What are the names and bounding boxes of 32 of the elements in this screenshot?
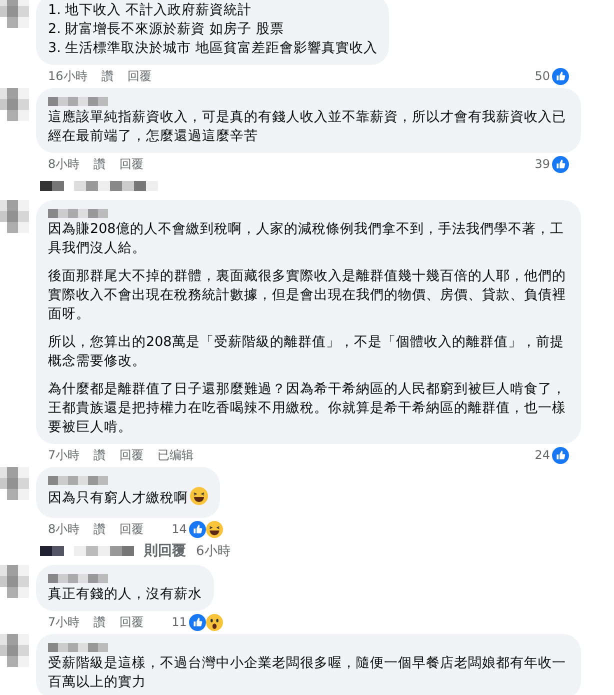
timestamp[interactable]: 8小時 xyxy=(48,156,80,172)
like-link[interactable]: 讚 xyxy=(94,614,106,630)
comment-text: 因為只有窮人才繳稅啊 xyxy=(48,487,208,511)
more-replies-link[interactable]: 則回覆 xyxy=(144,542,186,560)
like-link[interactable]: 讚 xyxy=(94,156,106,172)
reaction-count[interactable]: 24 xyxy=(534,448,550,462)
reply-link[interactable]: 回覆 xyxy=(120,614,144,630)
comment-text: 後面那群尾大不掉的群體，裏面藏很多實際收入是離群值幾十幾百倍的人耶，他們的實際收入不會出現在稅務統計數據，但是會出現在我們的物價、房價、貸款、負債裡面呀。 xyxy=(48,267,567,324)
comment-text: 受薪階級是這樣，不過台灣中小企業老闆很多喔，隨便一個早餐店老闆娘都有年收一百萬以上的實力 xyxy=(48,654,567,692)
like-link[interactable]: 讚 xyxy=(94,520,106,538)
comment-text: 為什麼都是離群值了日子還那麼難過？因為希干希納區的人民都窮到被巨人啃食了，王都貴族還是把持權力在吃香喝辣不用繳稅。你就算是希干希納區的離群值，也一樣要被巨人啃。 xyxy=(48,380,567,437)
timestamp[interactable]: 16小時 xyxy=(48,68,88,84)
reply-link[interactable]: 回覆 xyxy=(120,446,144,464)
timestamp: 6小時 xyxy=(196,543,230,560)
like-link[interactable]: 讚 xyxy=(101,68,114,84)
reaction-count[interactable]: 11 xyxy=(172,615,187,629)
edited-label: 已编辑 xyxy=(158,446,194,464)
comment-text: 1. 地下收入 不計入政府薪資統計 2. 財富增長不來源於薪資 如房子 股票 3. 生活標準取決於城市 地區貧富差距會影響真實收入 xyxy=(48,1,378,58)
reply-link[interactable]: 回覆 xyxy=(120,520,144,538)
timestamp[interactable]: 7小時 xyxy=(48,614,80,630)
comment-text: 因為賺208億的人不會繳到稅啊，人家的減稅條例我們拿不到，手法我們學不著，工具我們沒人給。 xyxy=(48,220,565,258)
reaction-count[interactable]: 14 xyxy=(172,522,187,536)
timestamp[interactable]: 7小時 xyxy=(48,446,80,464)
comment-text: 所以，您算出的208萬是「受薪階級的離群值」，不是「個體收入的離群值」，前提概念需要修改。 xyxy=(48,333,565,371)
like-link[interactable]: 讚 xyxy=(94,446,106,464)
reaction-count[interactable]: 50 xyxy=(534,69,550,83)
comment-text: 真正有錢的人，沒有薪水 xyxy=(48,585,202,604)
reaction-count[interactable]: 39 xyxy=(534,157,550,171)
timestamp[interactable]: 8小時 xyxy=(48,520,80,538)
reply-link[interactable]: 回覆 xyxy=(127,68,152,84)
comment-text: 這應該單純指薪資收入，可是真的有錢人收入並不靠薪資，所以才會有我薪資收入已經在最前端了，怎麼還過這麼辛苦 xyxy=(48,108,567,146)
reply-link[interactable]: 回覆 xyxy=(120,156,144,172)
